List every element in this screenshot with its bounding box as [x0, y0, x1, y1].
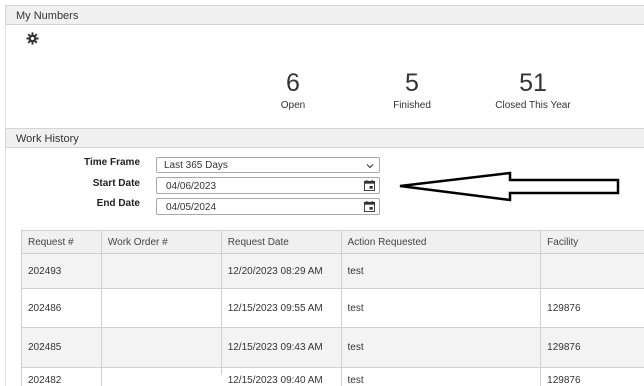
stat-label: Open: [280, 100, 306, 111]
table-header-row: Request # Work Order # Request Date Acti…: [22, 231, 644, 254]
calendar-icon[interactable]: [364, 180, 375, 191]
time-frame-value: Last 365 Days: [164, 160, 228, 171]
column-header-action-requested[interactable]: Action Requested: [342, 231, 542, 253]
column-header-facility[interactable]: Facility: [541, 231, 644, 253]
start-date-input[interactable]: 04/06/2023: [156, 177, 380, 194]
stat-label: Finished: [393, 100, 431, 111]
start-date-value: 04/06/2023: [166, 181, 217, 192]
table-row[interactable]: 202485 12/15/2023 09:43 AM test 129876: [22, 328, 644, 368]
time-frame-select[interactable]: Last 365 Days: [156, 157, 380, 173]
stat-label: Closed This Year: [495, 100, 571, 111]
cell-work-order: [102, 368, 222, 375]
end-date-label: End Date: [96, 198, 140, 209]
cell-request-number: 202485: [22, 328, 102, 367]
table-row[interactable]: 202493 12/20/2023 08:29 AM test: [22, 254, 644, 289]
cell-work-order: [102, 328, 222, 367]
cell-request-date: 12/15/2023 09:43 AM: [222, 328, 342, 367]
column-header-request-date[interactable]: Request Date: [222, 231, 342, 253]
cell-facility: 129876: [547, 375, 581, 386]
cell-action-requested: test: [342, 368, 542, 386]
cell-facility: 129876: [547, 302, 581, 314]
cell-work-order: [102, 289, 222, 327]
cell-request-date: 12/15/2023 09:55 AM: [222, 289, 342, 327]
work-history-table: Request # Work Order # Request Date Acti…: [21, 230, 644, 386]
cell-work-order: [102, 254, 222, 288]
end-date-input[interactable]: 04/05/2024: [156, 198, 380, 215]
cell-facility: 129876: [547, 342, 581, 353]
cell-action-requested: test: [342, 328, 542, 367]
cell-action-requested: test: [342, 254, 542, 288]
stat-value: 51: [519, 69, 547, 97]
end-date-value: 04/05/2024: [166, 202, 217, 213]
stat-closed-this-year[interactable]: 51 Closed This Year: [483, 66, 583, 111]
work-history-header: Work History: [5, 128, 644, 148]
cell-action-requested: test: [342, 289, 542, 327]
gear-icon[interactable]: [26, 32, 39, 45]
cell-facility: [541, 254, 644, 288]
my-numbers-title: My Numbers: [16, 10, 79, 22]
stat-value: 6: [286, 69, 300, 97]
work-history-title: Work History: [16, 133, 79, 145]
column-header-work-order[interactable]: Work Order #: [102, 231, 222, 253]
column-header-request[interactable]: Request #: [22, 231, 102, 253]
chevron-down-icon: [366, 164, 374, 169]
cell-request-date: 12/20/2023 08:29 AM: [222, 254, 342, 288]
stat-open[interactable]: 6 Open: [243, 66, 343, 111]
my-numbers-header: My Numbers: [5, 5, 644, 25]
stat-value: 5: [405, 69, 419, 97]
table-row[interactable]: 202486 12/15/2023 09:55 AM test 129876: [22, 289, 644, 328]
start-date-label: Start Date: [92, 178, 140, 189]
cell-request-number: 202482: [22, 368, 102, 386]
cell-request-number: 202486: [22, 289, 102, 327]
stat-finished[interactable]: 5 Finished: [362, 66, 462, 111]
cell-request-date: 12/15/2023 09:40 AM: [222, 368, 342, 386]
table-row[interactable]: 202482 12/15/2023 09:40 AM test 129876: [22, 368, 644, 386]
annotation-arrow-icon: [399, 171, 620, 202]
panel-border: [5, 25, 6, 386]
time-frame-label: Time Frame: [84, 157, 140, 168]
cell-request-number: 202493: [22, 254, 102, 288]
calendar-icon[interactable]: [364, 201, 375, 212]
